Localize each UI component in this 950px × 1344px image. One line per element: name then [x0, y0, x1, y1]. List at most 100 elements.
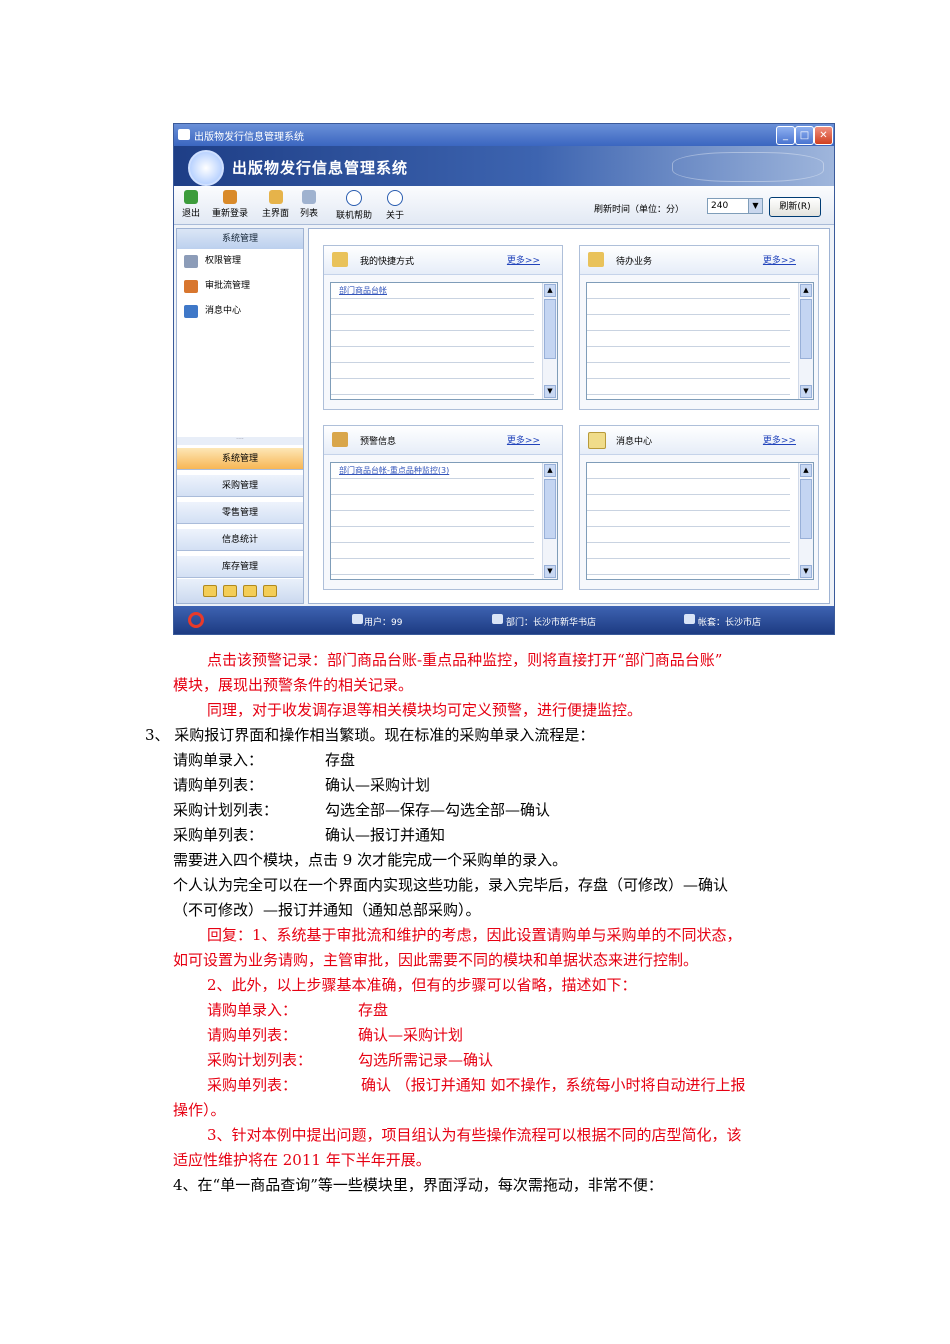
paragraph-alert-2: 同理，对于收发调存退等相关模块均可定义预警，进行便捷监控。 — [207, 701, 643, 719]
scroll-up-icon[interactable]: ▲ — [544, 284, 556, 297]
list-item[interactable]: 部门商品台帐 — [331, 283, 534, 299]
list-label: 列表 — [300, 209, 319, 219]
about-button[interactable]: 关于 — [386, 190, 404, 221]
help-icon — [346, 190, 362, 206]
panel-alerts: 预警信息 更多>> 部门商品台帐-重点品种监控(3) ▲ ▼ — [323, 425, 563, 590]
list-item — [587, 379, 790, 395]
more-link[interactable]: 更多>> — [507, 253, 540, 266]
scroll-thumb[interactable] — [800, 479, 812, 539]
main-screen-button[interactable]: 主界面 — [262, 190, 289, 219]
more-link[interactable]: 更多>> — [763, 253, 796, 266]
user-icon — [352, 614, 363, 624]
pending-list[interactable]: ▲ ▼ — [586, 282, 814, 400]
step-label: 采购计划列表： — [173, 801, 279, 819]
minimize-button[interactable]: _ — [776, 126, 795, 145]
more-link[interactable]: 更多>> — [507, 433, 540, 446]
sidebar-item-approval-flow[interactable]: 审批流管理 — [177, 274, 303, 299]
folder-icon[interactable] — [223, 585, 237, 597]
list-item — [587, 463, 790, 479]
step-value: 确认—采购计划 — [325, 776, 431, 794]
question-icon — [387, 190, 403, 206]
reply-2: 2、此外，以上步骤基本准确，但有的步骤可以省略，描述如下： — [207, 976, 637, 994]
list-item — [331, 479, 534, 495]
panel-title: 预警信息 — [360, 437, 397, 447]
list-item[interactable]: 部门商品台帐-重点品种监控(3) — [331, 463, 534, 479]
panel-header: 待办业务 更多>> — [580, 246, 818, 275]
nav-system-management[interactable]: 系统管理 — [177, 447, 303, 470]
scroll-down-icon[interactable]: ▼ — [800, 565, 812, 578]
scroll-up-icon[interactable]: ▲ — [800, 464, 812, 477]
folder-icon[interactable] — [263, 585, 277, 597]
reply-3-cont: 适应性维护将在 2011 年下半年开展。 — [173, 1151, 431, 1169]
paragraph-opinion-cont: （不可修改）—报订并通知（通知总部采购）。 — [173, 901, 481, 919]
panel-title: 我的快捷方式 — [360, 257, 415, 267]
refresh-button[interactable]: 刷新(R) — [769, 197, 821, 217]
notepad-icon — [588, 432, 606, 449]
sidebar-splitter[interactable]: ···· — [177, 437, 303, 445]
list-item — [587, 527, 790, 543]
maximize-button[interactable]: □ — [795, 126, 814, 145]
exit-label: 退出 — [182, 209, 201, 219]
scroll-down-icon[interactable]: ▼ — [800, 385, 812, 398]
panel-header: 预警信息 更多>> — [324, 426, 562, 455]
app-icon — [178, 129, 190, 140]
scrollbar[interactable]: ▲ ▼ — [542, 463, 557, 579]
paragraph-alert-1-cont: 模块，展现出预警条件的相关记录。 — [173, 676, 414, 694]
online-help-button[interactable]: 联机帮助 — [336, 190, 372, 221]
message-list[interactable]: ▲ ▼ — [586, 462, 814, 580]
nav-purchase-management[interactable]: 采购管理 — [177, 474, 303, 497]
scrollbar[interactable]: ▲ ▼ — [798, 463, 813, 579]
folder-icon[interactable] — [203, 585, 217, 597]
close-button[interactable]: ✕ — [814, 126, 833, 145]
nav-statistics[interactable]: 信息统计 — [177, 528, 303, 551]
nav-inventory-management[interactable]: 库存管理 — [177, 555, 303, 578]
panel-title: 消息中心 — [616, 437, 653, 447]
scroll-up-icon[interactable]: ▲ — [544, 464, 556, 477]
sidebar-item-permissions[interactable]: 权限管理 — [177, 249, 303, 274]
folder-icon[interactable] — [243, 585, 257, 597]
scrollbar[interactable]: ▲ ▼ — [798, 283, 813, 399]
refresh-interval-select[interactable]: 240 ▼ — [707, 198, 763, 214]
sidebar-item-label: 消息中心 — [205, 306, 242, 316]
main-screen-label: 主界面 — [262, 209, 290, 219]
refresh-interval-value: 240 — [711, 201, 729, 211]
sidebar: 系统管理 权限管理 审批流管理 消息中心 ···· 系统管理 采购管理 零售管理… — [176, 228, 304, 604]
nav-retail-management[interactable]: 零售管理 — [177, 501, 303, 524]
scroll-down-icon[interactable]: ▼ — [544, 385, 556, 398]
list-button[interactable]: 列表 — [300, 190, 318, 219]
more-link[interactable]: 更多>> — [763, 433, 796, 446]
step-label: 请购单列表： — [207, 1026, 298, 1044]
relogin-label: 重新登录 — [212, 209, 249, 219]
step-value: 存盘 — [358, 1001, 389, 1019]
alert-list[interactable]: 部门商品台帐-重点品种监控(3) ▲ ▼ — [330, 462, 558, 580]
reply-1-cont: 如可设置为业务请购，主管审批，因此需要不同的模块和单据状态来进行控制。 — [173, 951, 699, 969]
panel-message-center: 消息中心 更多>> ▲ ▼ — [579, 425, 819, 590]
banner-title: 出版物发行信息管理系统 — [232, 159, 409, 177]
relogin-button[interactable]: 重新登录 — [212, 190, 248, 219]
list-item — [587, 495, 790, 511]
list-item — [331, 495, 534, 511]
sidebar-item-messages[interactable]: 消息中心 — [177, 299, 303, 324]
paragraph-clicks: 需要进入四个模块，点击 9 次才能完成一个采购单的录入。 — [173, 851, 568, 869]
list-item — [587, 347, 790, 363]
scroll-up-icon[interactable]: ▲ — [800, 284, 812, 297]
step-value: 确认 （报订并通知 如不操作，系统每小时将自动进行上报 — [361, 1076, 746, 1094]
nav-shortcut-bar — [177, 579, 303, 603]
scrollbar[interactable]: ▲ ▼ — [542, 283, 557, 399]
scroll-thumb[interactable] — [544, 299, 556, 359]
sidebar-item-label: 权限管理 — [205, 256, 242, 266]
status-department: 部门：长沙市新华书店 — [506, 618, 597, 628]
refresh-interval-label: 刷新时间（单位：分） — [594, 205, 685, 215]
about-label: 关于 — [386, 211, 405, 221]
item-4-heading: 4、在“单一商品查询”等一些模块里，界面浮动，每次需拖动，非常不便： — [173, 1176, 663, 1194]
exit-button[interactable]: 退出 — [182, 190, 200, 219]
scroll-thumb[interactable] — [800, 299, 812, 359]
scroll-thumb[interactable] — [544, 479, 556, 539]
users-icon — [223, 190, 237, 204]
scroll-down-icon[interactable]: ▼ — [544, 565, 556, 578]
users-icon — [184, 280, 198, 293]
banner-decoration — [672, 152, 824, 182]
shortcut-list[interactable]: 部门商品台帐 ▲ ▼ — [330, 282, 558, 400]
panel-title: 待办业务 — [616, 257, 653, 267]
chevron-down-icon[interactable]: ▼ — [748, 199, 762, 213]
